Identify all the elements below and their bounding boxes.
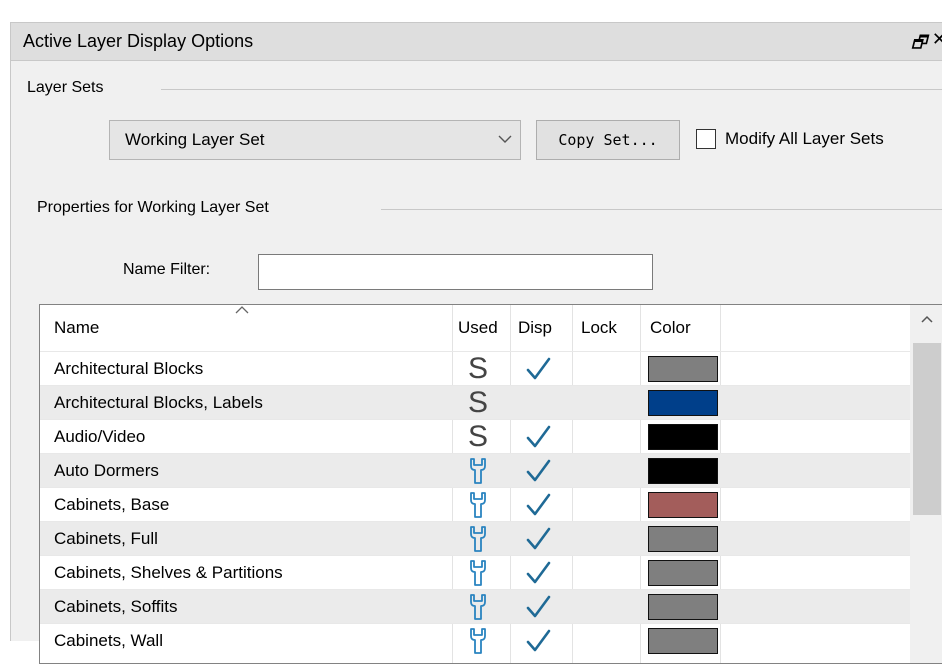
layer-name: Audio/Video (54, 427, 146, 446)
checkmark-icon[interactable] (518, 593, 558, 621)
color-swatch[interactable] (648, 458, 718, 484)
table-row[interactable]: Cabinets, Soffits (40, 589, 910, 623)
checkmark-icon[interactable] (518, 423, 558, 451)
sort-ascending-icon[interactable] (233, 305, 251, 315)
wrench-icon (458, 524, 498, 554)
checkmark-icon[interactable] (518, 491, 558, 519)
vertical-scrollbar[interactable] (910, 305, 942, 663)
scrollbar-thumb[interactable] (913, 343, 941, 515)
wrench-icon (458, 456, 498, 486)
layer-name: Cabinets, Soffits (54, 597, 178, 616)
color-swatch[interactable] (648, 390, 718, 416)
table-row[interactable]: Cabinets, Base (40, 487, 910, 521)
wrench-icon (458, 490, 498, 520)
wrench-icon (470, 560, 486, 586)
column-header-lock[interactable]: Lock (581, 318, 617, 338)
table-row[interactable]: Audio/Video S (40, 419, 910, 453)
wrench-icon (458, 558, 498, 588)
table-row[interactable]: Auto Dormers (40, 453, 910, 487)
name-filter-input[interactable] (258, 254, 653, 290)
scroll-up-icon[interactable] (919, 313, 935, 325)
layer-name: Cabinets, Full (54, 529, 158, 548)
wrench-icon (470, 594, 486, 620)
color-swatch[interactable] (648, 424, 718, 450)
properties-divider (381, 209, 942, 210)
table-row[interactable]: Cabinets, Full (40, 521, 910, 555)
layer-name: Auto Dormers (54, 461, 159, 480)
panel-title: Active Layer Display Options (23, 31, 254, 51)
wrench-icon (470, 492, 486, 518)
chevron-down-icon (498, 135, 512, 143)
modify-all-layer-sets-label[interactable]: Modify All Layer Sets (725, 129, 884, 149)
column-header-used[interactable]: Used (458, 318, 498, 338)
layer-sets-label: Layer Sets (27, 79, 112, 97)
wrench-icon (458, 592, 498, 622)
table-row[interactable]: Cabinets, Wall (40, 623, 910, 657)
wrench-icon (470, 526, 486, 552)
color-swatch[interactable] (648, 526, 718, 552)
layer-name: Architectural Blocks, Labels (54, 393, 263, 412)
column-header-color[interactable]: Color (650, 318, 691, 338)
table-row[interactable]: Cabinets, Shelves & Partitions (40, 555, 910, 589)
color-swatch[interactable] (648, 356, 718, 382)
checkmark-icon[interactable] (518, 525, 558, 553)
layer-name: Cabinets, Shelves & Partitions (54, 563, 283, 582)
layer-name: Architectural Blocks (54, 359, 204, 378)
system-layer-icon: S (458, 388, 498, 418)
name-filter-label: Name Filter: (123, 261, 211, 278)
system-layer-icon: S (458, 422, 498, 452)
title-bar: Active Layer Display Options 🗗 ✕ (11, 23, 942, 61)
layer-sets-divider (161, 89, 942, 90)
color-swatch[interactable] (648, 492, 718, 518)
checkmark-icon[interactable] (518, 627, 558, 655)
copy-set-button[interactable]: Copy Set... (536, 120, 680, 160)
checkmark-icon[interactable] (518, 355, 558, 383)
properties-label: Properties for Working Layer Set (37, 199, 277, 217)
system-s-glyph: S (467, 420, 488, 453)
column-header-name[interactable]: Name (54, 318, 99, 338)
layer-name: Cabinets, Wall (54, 631, 163, 650)
checkmark-icon[interactable] (518, 457, 558, 485)
table-row[interactable]: Architectural Blocks, Labels S (40, 385, 910, 419)
system-s-glyph: S (467, 352, 488, 385)
layer-set-selected: Working Layer Set (125, 130, 265, 149)
wrench-icon (470, 458, 486, 484)
wrench-icon (458, 626, 498, 656)
column-header-disp[interactable]: Disp (518, 318, 552, 338)
table-row[interactable]: Architectural Blocks S (40, 351, 910, 385)
restore-icon[interactable]: 🗗 (911, 30, 927, 59)
color-swatch[interactable] (648, 594, 718, 620)
close-icon[interactable]: ✕ (932, 29, 942, 50)
color-swatch[interactable] (648, 560, 718, 586)
layers-table: Name Used Disp Lock Color Architectural … (39, 304, 942, 664)
modify-all-layer-sets-checkbox[interactable] (696, 129, 716, 149)
layer-set-dropdown[interactable]: Working Layer Set (109, 120, 521, 160)
system-s-glyph: S (467, 386, 488, 419)
layer-name: Cabinets, Base (54, 495, 170, 514)
checkmark-icon[interactable] (518, 559, 558, 587)
system-layer-icon: S (458, 354, 498, 384)
color-swatch[interactable] (648, 628, 718, 654)
layer-display-options-panel: Active Layer Display Options 🗗 ✕ Layer S… (10, 22, 942, 664)
wrench-icon (470, 628, 486, 654)
